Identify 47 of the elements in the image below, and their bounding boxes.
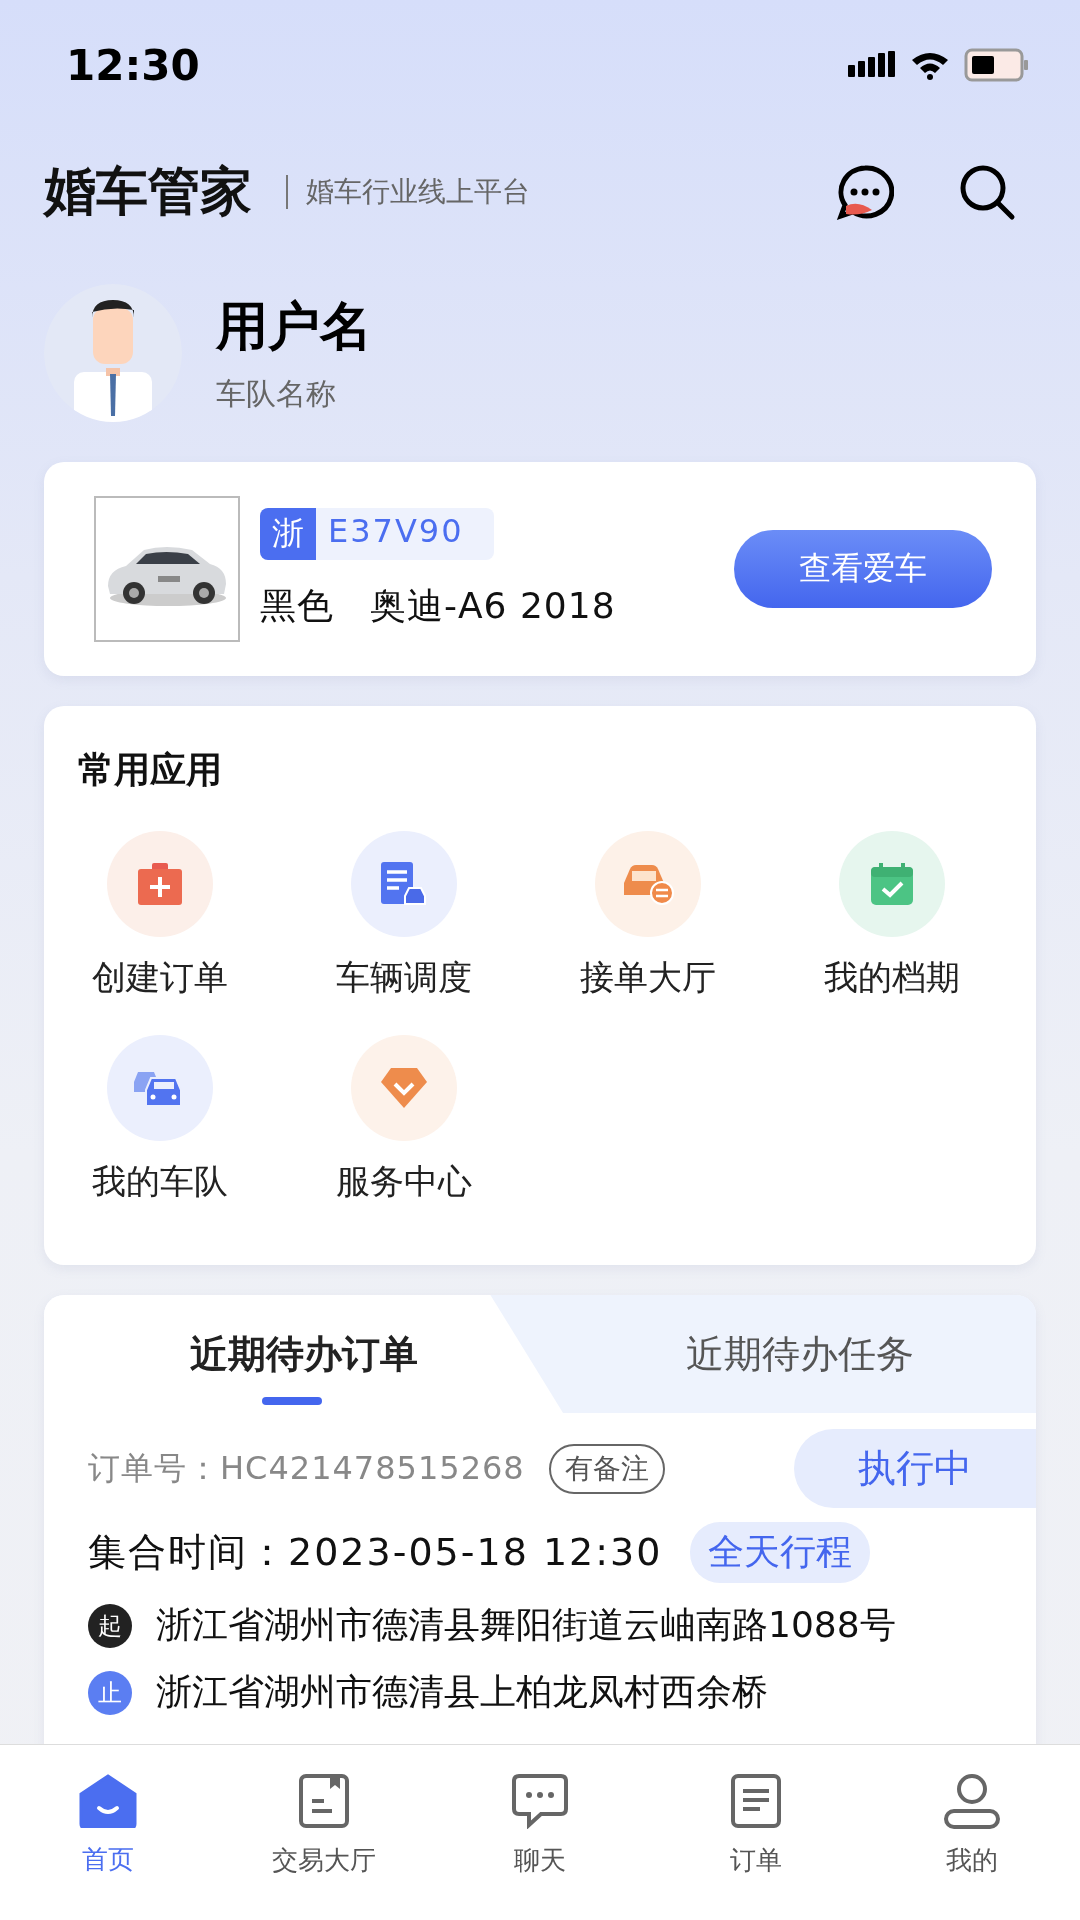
stop-marker: 止 [88, 1670, 132, 1715]
stop-address: 浙江省湖州市德清县上柏龙凤村西余桥 [156, 1670, 768, 1714]
document-car-icon [381, 862, 427, 906]
nav-item[interactable]: 我的 [864, 1745, 1080, 1920]
car-model: 奥迪-A6 2018 [370, 583, 616, 628]
calendar-check-icon [871, 863, 913, 905]
nav-item[interactable]: 首页 [0, 1745, 216, 1920]
app-shortcut[interactable]: 接单大厅 [566, 831, 730, 1001]
home-icon [79, 1774, 137, 1828]
battery-icon [964, 48, 1030, 82]
order-number: 订单号：HC421478515268 [88, 1447, 525, 1489]
car-color: 黑色 [260, 583, 334, 628]
status-time: 12:30 [66, 40, 200, 90]
team-name: 车队名称 [216, 374, 337, 413]
plate-province: 浙 [260, 507, 316, 560]
chat-icon[interactable] [836, 164, 894, 220]
document-icon [730, 1773, 782, 1829]
search-icon[interactable] [958, 163, 1016, 221]
wifi-icon [910, 50, 950, 80]
notebook-icon [298, 1773, 350, 1829]
nav-item[interactable]: 交易大厅 [216, 1745, 432, 1920]
diamond-icon [381, 1068, 427, 1108]
app-shortcut[interactable]: 我的档期 [810, 831, 974, 1001]
gather-time: 集合时间：2023-05-18 12:30 [88, 1529, 663, 1576]
trip-tag: 全天行程 [690, 1522, 871, 1583]
app-shortcut[interactable]: 我的车队 [78, 1035, 242, 1205]
app-shortcut[interactable]: 车辆调度 [322, 831, 486, 1001]
order-status: 执行中 [794, 1429, 1036, 1508]
medical-kit-icon [138, 863, 182, 905]
signal-icon [848, 51, 896, 79]
app-shortcut[interactable]: 创建订单 [78, 831, 242, 1001]
stop-address: 浙江省湖州市德清县舞阳街道云岫南路1088号 [156, 1603, 896, 1647]
plate-number: E37V90 [327, 510, 465, 552]
nav-item[interactable]: 聊天 [432, 1745, 648, 1920]
user-icon [943, 1773, 1001, 1829]
nav-item[interactable]: 订单 [648, 1745, 864, 1920]
note-tag: 有备注 [548, 1443, 665, 1494]
chat-bubble-icon [511, 1773, 569, 1829]
tab[interactable]: 近期待办订单 [44, 1295, 564, 1413]
app-subtitle: 婚车行业线上平台 [286, 175, 530, 209]
user-name: 用户名 [216, 294, 372, 358]
app-shortcut[interactable]: 服务中心 [322, 1035, 486, 1205]
stop-marker: 起 [88, 1603, 132, 1648]
car-exchange-icon [622, 863, 674, 905]
view-car-button[interactable]: 查看爱车 [734, 530, 992, 608]
app-title: 婚车管家 [44, 160, 252, 223]
section-title: 常用应用 [78, 748, 223, 792]
